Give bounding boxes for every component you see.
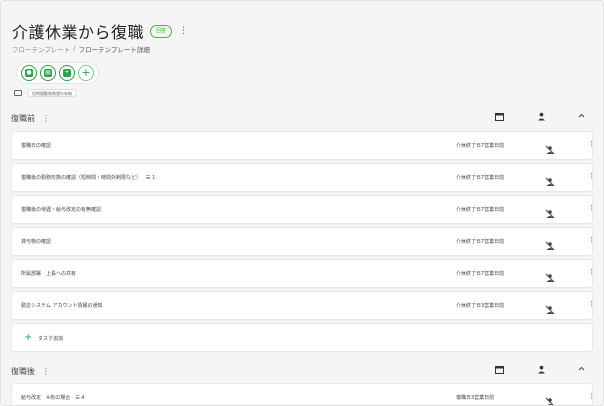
window-frame: 介護休業から復職 回答 ⋮ フローテンプレート / フローテンプレート詳細 ● … — [0, 0, 604, 406]
condition-icon — [14, 90, 22, 96]
task-row[interactable]: 復職日の確認 介休終了日7営業日前 ⋮ — [11, 131, 595, 160]
breadcrumb-separator: / — [73, 44, 76, 52]
status-badge[interactable]: 回答 — [150, 24, 173, 38]
person-icon[interactable] — [537, 365, 546, 377]
document-button[interactable]: ▤ — [40, 65, 56, 81]
add-task-button[interactable]: + タスク追加 — [11, 323, 593, 352]
section-more-icon[interactable]: ⋮ — [42, 367, 50, 376]
condition-tag[interactable]: 短時間勤務希望の有無 — [27, 89, 77, 97]
calendar-icon[interactable] — [495, 112, 504, 124]
task-more-icon[interactable]: ⋮ — [588, 268, 595, 276]
page-header: 介護休業から復職 回答 ⋮ フローテンプレート / フローテンプレート詳細 ● … — [2, 2, 603, 106]
task-row[interactable]: 給与改定 ※有の場合 ☰ 4 復職日3営業日前 ⋮ — [11, 383, 595, 405]
task-due: 復職日3営業日前 — [456, 395, 495, 401]
task-name[interactable]: 復職日の確認 — [21, 142, 56, 149]
breadcrumb-item-templates[interactable]: フローテンプレート — [12, 44, 70, 54]
task-more-icon[interactable]: ⋮ — [588, 236, 595, 244]
title-more-icon[interactable]: ⋮ — [179, 26, 188, 36]
task-due: 介休終了日7営業日前 — [456, 239, 505, 245]
calendar-icon[interactable] — [495, 365, 504, 377]
action-button-group: ● ▤ + + — [16, 62, 99, 84]
section-more-icon[interactable]: ⋮ — [42, 114, 50, 123]
task-due: 介休終了日7営業日前 — [456, 207, 505, 213]
no-assignee-icon[interactable] — [545, 172, 555, 187]
task-name[interactable]: 所属部署 上長への共有 — [21, 270, 81, 277]
add-box-icon: + — [63, 69, 71, 77]
task-more-icon[interactable]: ⋮ — [588, 140, 595, 148]
title-row: 介護休業から復職 回答 ⋮ — [12, 19, 188, 43]
add-task-label: タスク追加 — [38, 336, 64, 342]
task-more-icon[interactable]: ⋮ — [588, 204, 595, 212]
document-icon: ▤ — [44, 69, 52, 77]
person-icon: ● — [25, 69, 33, 77]
page-title: 介護休業から復職 — [12, 23, 145, 42]
section-title: 復職後 — [11, 366, 35, 376]
section-header-after: 復職後 ⋮ — [11, 362, 595, 380]
collapse-chevron-icon[interactable] — [577, 364, 586, 376]
person-icon[interactable] — [537, 112, 546, 124]
assign-person-button[interactable]: ● — [21, 65, 37, 81]
task-more-icon[interactable]: ⋮ — [588, 392, 595, 400]
task-name[interactable]: 勤怠システム アカウント情報の通知 — [21, 302, 107, 309]
add-action-button[interactable]: + — [78, 65, 94, 81]
task-name[interactable]: 給与改定 ※有の場合 ☰ 4 — [21, 394, 84, 401]
task-due: 介休終了日7営業日前 — [456, 175, 505, 181]
no-assignee-icon[interactable] — [545, 268, 555, 283]
task-row[interactable]: 勤怠システム アカウント情報の通知 介休終了日3営業日前 ⋮ — [11, 291, 595, 320]
task-name[interactable]: 復職後の勤務形態の確認（短時間・時間外制限など） ☰ 1 — [21, 174, 155, 181]
no-assignee-icon[interactable] — [545, 140, 555, 155]
plus-icon: + — [24, 332, 33, 343]
add-box-button[interactable]: + — [59, 65, 75, 81]
task-due: 介休終了日7営業日前 — [456, 271, 505, 277]
task-row[interactable]: 復職後の勤務形態の確認（短時間・時間外制限など） ☰ 1 介休終了日7営業日前 ⋮ — [11, 163, 595, 192]
task-due: 介休終了日7営業日前 — [456, 143, 505, 149]
section-title: 復職前 — [11, 113, 35, 123]
task-name[interactable]: 貸与物の確認 — [21, 238, 56, 245]
breadcrumb: フローテンプレート / フローテンプレート詳細 — [12, 44, 150, 54]
task-row[interactable]: 貸与物の確認 介休終了日7営業日前 ⋮ — [11, 227, 595, 256]
breadcrumb-item-current: フローテンプレート詳細 — [78, 46, 150, 54]
task-due: 介休終了日3営業日前 — [456, 303, 505, 309]
task-row[interactable]: 復職後の待遇・給与改定の有無確認 介休終了日7営業日前 ⋮ — [11, 195, 595, 224]
section-header-before: 復職前 ⋮ — [11, 109, 595, 127]
task-name[interactable]: 復職後の待遇・給与改定の有無確認 — [21, 206, 106, 213]
no-assignee-icon[interactable] — [545, 392, 555, 405]
no-assignee-icon[interactable] — [545, 300, 555, 315]
no-assignee-icon[interactable] — [545, 236, 555, 251]
task-row[interactable]: 所属部署 上長への共有 介休終了日7営業日前 ⋮ — [11, 259, 595, 288]
task-more-icon[interactable]: ⋮ — [588, 172, 595, 180]
no-assignee-icon[interactable] — [545, 204, 555, 219]
condition-tag-row: 短時間勤務希望の有無 — [14, 89, 77, 97]
collapse-chevron-icon[interactable] — [577, 111, 586, 123]
task-more-icon[interactable]: ⋮ — [588, 300, 595, 308]
